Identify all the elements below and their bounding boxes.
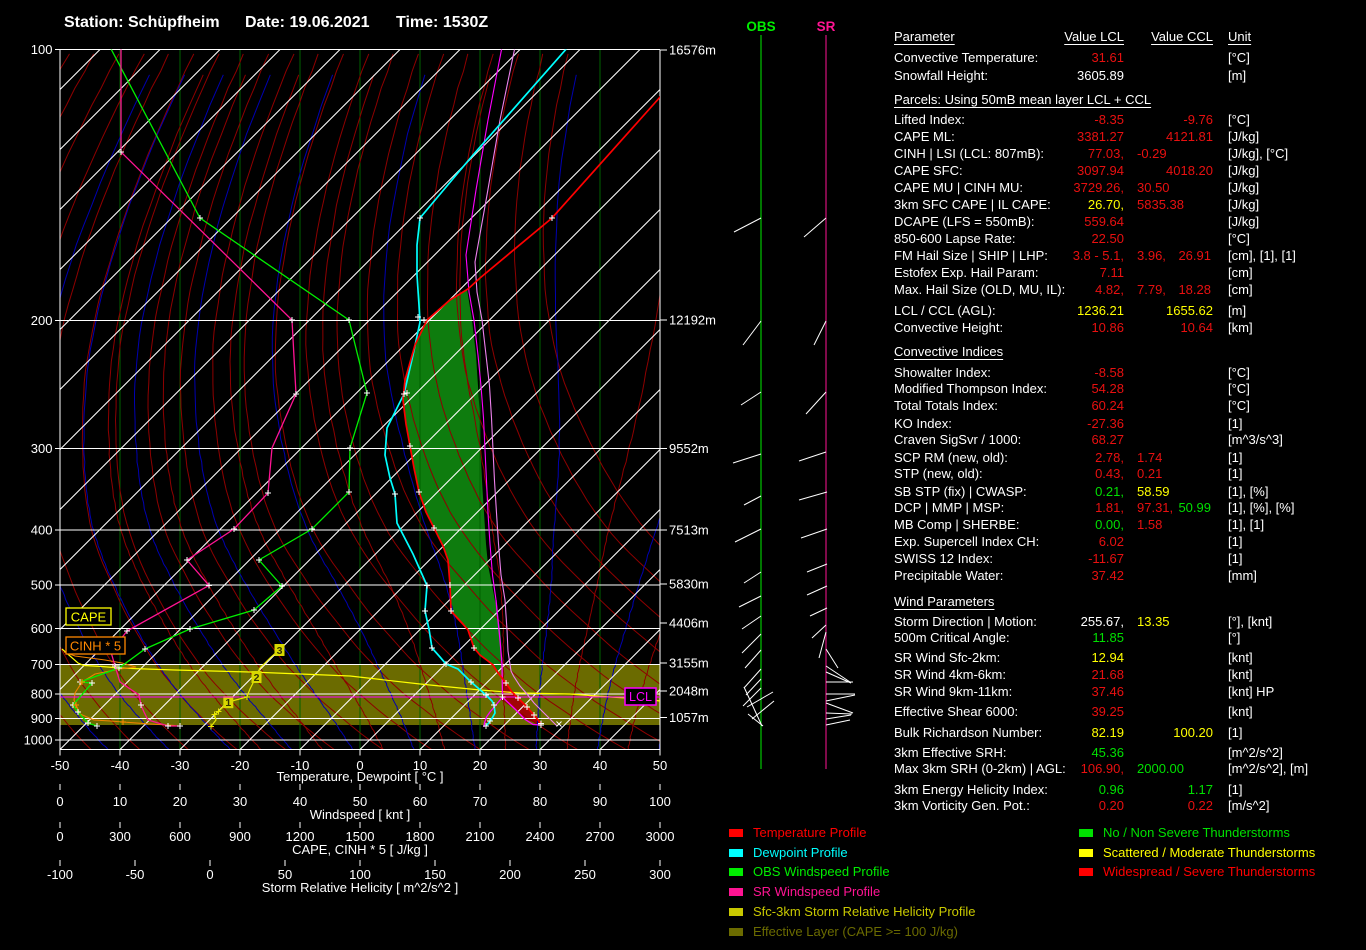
svg-text:5830m: 5830m <box>669 577 709 592</box>
svg-text:1: 1 <box>225 697 231 709</box>
svg-text:800: 800 <box>31 687 53 702</box>
svg-text:30: 30 <box>233 794 247 809</box>
svg-text:LCL: LCL <box>629 690 652 704</box>
svg-text:3155m: 3155m <box>669 656 709 671</box>
svg-text:OBS: OBS <box>746 19 775 34</box>
svg-text:12192m: 12192m <box>669 313 716 328</box>
svg-text:CAPE: CAPE <box>71 610 107 625</box>
svg-text:30: 30 <box>533 758 547 773</box>
svg-text:-20: -20 <box>231 758 250 773</box>
svg-text:-100: -100 <box>47 867 73 882</box>
svg-text:300: 300 <box>109 829 131 844</box>
svg-text:-50: -50 <box>51 758 70 773</box>
svg-text:600: 600 <box>31 621 53 636</box>
svg-text:0: 0 <box>206 867 213 882</box>
svg-text:20: 20 <box>173 794 187 809</box>
svg-text:60: 60 <box>413 794 427 809</box>
svg-text:-50: -50 <box>126 867 145 882</box>
svg-text:0: 0 <box>56 794 63 809</box>
svg-text:2400: 2400 <box>526 829 555 844</box>
svg-text:-30: -30 <box>171 758 190 773</box>
svg-text:Storm Relative Helicity [ m^2: Storm Relative Helicity [ m^2/s^2 ] <box>262 880 458 895</box>
svg-text:200: 200 <box>499 867 521 882</box>
svg-text:900: 900 <box>229 829 251 844</box>
svg-text:-40: -40 <box>111 758 130 773</box>
svg-text:700: 700 <box>31 657 53 672</box>
svg-text:SR: SR <box>817 19 836 34</box>
svg-text:CINH * 5: CINH * 5 <box>70 639 121 654</box>
svg-text:0: 0 <box>56 829 63 844</box>
svg-text:2100: 2100 <box>466 829 495 844</box>
svg-text:40: 40 <box>593 758 607 773</box>
svg-text:20: 20 <box>473 758 487 773</box>
svg-text:400: 400 <box>31 523 53 538</box>
svg-text:Temperature, Dewpoint [ °C ]: Temperature, Dewpoint [ °C ] <box>276 769 443 784</box>
svg-text:2700: 2700 <box>586 829 615 844</box>
svg-text:90: 90 <box>593 794 607 809</box>
svg-text:70: 70 <box>473 794 487 809</box>
svg-text:250: 250 <box>574 867 596 882</box>
svg-text:300: 300 <box>31 441 53 456</box>
svg-text:600: 600 <box>169 829 191 844</box>
svg-text:10: 10 <box>113 794 127 809</box>
svg-text:2: 2 <box>254 672 260 684</box>
svg-text:Windspeed [ knt ]: Windspeed [ knt ] <box>310 807 410 822</box>
svg-text:3: 3 <box>277 645 283 657</box>
svg-text:100: 100 <box>31 42 53 57</box>
svg-text:CAPE, CINH * 5 [ J/kg ]: CAPE, CINH * 5 [ J/kg ] <box>292 842 428 857</box>
svg-text:80: 80 <box>533 794 547 809</box>
svg-text:7513m: 7513m <box>669 523 709 538</box>
svg-text:3000: 3000 <box>646 829 675 844</box>
svg-text:4406m: 4406m <box>669 616 709 631</box>
svg-text:100: 100 <box>649 794 671 809</box>
svg-text:1000: 1000 <box>24 733 53 748</box>
svg-text:40: 40 <box>293 794 307 809</box>
svg-text:2048m: 2048m <box>669 684 709 699</box>
svg-text:200: 200 <box>31 313 53 328</box>
svg-text:500: 500 <box>31 578 53 593</box>
svg-text:9552m: 9552m <box>669 441 709 456</box>
svg-text:16576m: 16576m <box>669 43 716 58</box>
svg-text:900: 900 <box>31 711 53 726</box>
svg-text:300: 300 <box>649 867 671 882</box>
svg-text:50: 50 <box>653 758 667 773</box>
svg-text:1057m: 1057m <box>669 710 709 725</box>
